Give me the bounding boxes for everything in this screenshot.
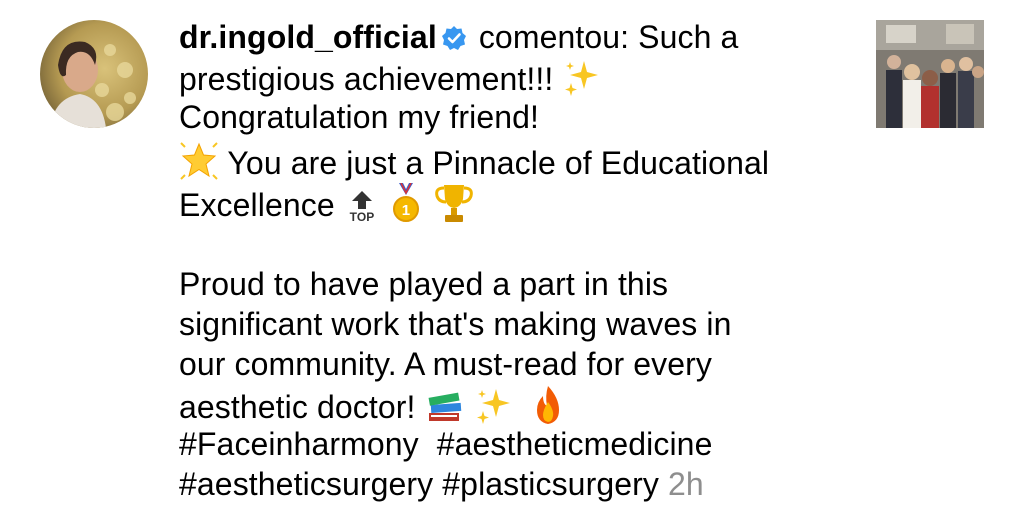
comment-timestamp: 2h — [667, 466, 704, 502]
comment-line-1: dr.ingold_official comentou: Such a — [179, 17, 859, 57]
comment-text: our community. A must-read for every — [179, 346, 712, 382]
comment-line-6: Proud to have played a part in this — [179, 264, 859, 304]
comment-body: dr.ingold_official comentou: Such a pres… — [179, 17, 859, 504]
comment-text: Excellence — [179, 186, 335, 223]
hashtag-link[interactable]: #plasticsurgery — [442, 466, 659, 502]
comment-line-9: aesthetic doctor! — [179, 384, 859, 425]
comment-line-8: our community. A must-read for every — [179, 344, 859, 384]
top-arrow-emoji: TOP — [344, 183, 380, 232]
comment-text: significant work that's making waves in — [179, 306, 732, 342]
svg-text:TOP: TOP — [349, 210, 374, 223]
comment-line-2: prestigious achievement!!! — [179, 57, 859, 97]
hashtag-link[interactable]: #Faceinharmony — [179, 426, 419, 462]
comment-text: prestigious achievement!!! — [179, 60, 554, 97]
comment-line-5: Excellence TOP 1 — [179, 181, 859, 224]
post-thumbnail[interactable] — [876, 20, 984, 128]
hashtag-link[interactable]: #aestheticsurgery — [179, 466, 433, 502]
comment-line-7: significant work that's making waves in — [179, 304, 859, 344]
comment-line-3: Congratulation my friend! — [179, 97, 859, 137]
comment-line-4: You are just a Pinnacle of Educational — [179, 141, 859, 181]
avatar[interactable] — [40, 20, 148, 128]
hashtag-link[interactable]: #aestheticmedicine — [437, 426, 713, 462]
comment-text: comentou: Such a — [478, 19, 739, 55]
first-place-medal-emoji: 1 — [389, 182, 423, 232]
comment-line-11: #aestheticsurgery #plasticsurgery 2h — [179, 464, 859, 504]
comment-text: You are just a Pinnacle of Educational — [227, 144, 770, 181]
comment-text: Congratulation my friend! — [179, 99, 540, 135]
trophy-emoji — [432, 181, 476, 234]
verified-badge-icon — [441, 20, 467, 50]
sparkles-emoji — [562, 57, 602, 106]
svg-text:1: 1 — [402, 202, 410, 219]
comment-text: Proud to have played a part in this — [179, 266, 669, 302]
comment-text: aesthetic doctor! — [179, 388, 416, 425]
comment-line-10: #Faceinharmony #aestheticmedicine — [179, 424, 859, 464]
username-link[interactable]: dr.ingold_official — [179, 19, 437, 55]
